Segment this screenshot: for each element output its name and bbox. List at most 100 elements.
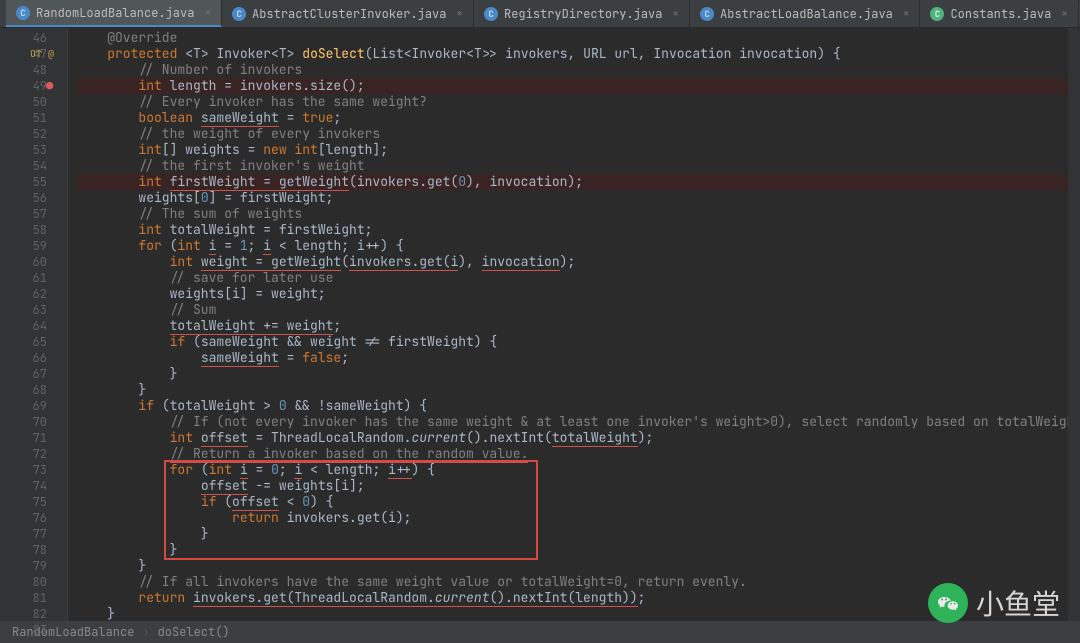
line-number[interactable]: 62 bbox=[0, 286, 67, 302]
line-number[interactable]: 81 bbox=[0, 590, 67, 606]
code-line-52[interactable]: // the weight of every invokers bbox=[76, 126, 1068, 142]
code-line-49[interactable]: int length = invokers.size(); bbox=[76, 78, 1068, 94]
tab-randomloadbalance-java[interactable]: C RandomLoadBalance.java × bbox=[6, 0, 222, 27]
close-icon[interactable]: × bbox=[903, 7, 910, 21]
tab-label: RegistryDirectory.java bbox=[504, 6, 662, 22]
code-view[interactable]: @Override protected <T> Invoker<T> doSel… bbox=[68, 28, 1068, 621]
line-number[interactable]: 54 bbox=[0, 158, 67, 174]
code-line-65[interactable]: if (sameWeight && weight != firstWeight)… bbox=[76, 334, 1068, 350]
code-line-51[interactable]: boolean sameWeight = true; bbox=[76, 110, 1068, 126]
code-line-61[interactable]: // save for later use bbox=[76, 270, 1068, 286]
code-line-77[interactable]: } bbox=[76, 526, 1068, 542]
code-line-80[interactable]: // If all invokers have the same weight … bbox=[76, 574, 1068, 590]
code-line-62[interactable]: weights[i] = weight; bbox=[76, 286, 1068, 302]
line-number[interactable]: 55 bbox=[0, 174, 67, 190]
line-number[interactable]: 82 bbox=[0, 606, 67, 622]
line-number[interactable]: 74 bbox=[0, 478, 67, 494]
line-number[interactable]: 57 bbox=[0, 206, 67, 222]
java-file-icon: C bbox=[16, 6, 30, 20]
line-number[interactable]: 49● bbox=[0, 78, 67, 94]
code-line-68[interactable]: } bbox=[76, 382, 1068, 398]
tab-label: RandomLoadBalance.java bbox=[36, 5, 194, 21]
code-line-74[interactable]: offset -= weights[i]; bbox=[76, 478, 1068, 494]
java-file-icon: C bbox=[484, 7, 498, 21]
code-line-46[interactable]: @Override bbox=[76, 30, 1068, 46]
line-number[interactable]: 72 bbox=[0, 446, 67, 462]
code-line-79[interactable]: } bbox=[76, 558, 1068, 574]
code-line-66[interactable]: sameWeight = false; bbox=[76, 350, 1068, 366]
breakpoint-icon[interactable]: ● bbox=[46, 78, 53, 94]
line-number[interactable]: 65 bbox=[0, 334, 67, 350]
line-number[interactable]: 69 bbox=[0, 398, 67, 414]
code-line-67[interactable]: } bbox=[76, 366, 1068, 382]
line-number[interactable]: 52 bbox=[0, 126, 67, 142]
code-line-57[interactable]: // The sum of weights bbox=[76, 206, 1068, 222]
code-line-56[interactable]: weights[0] = firstWeight; bbox=[76, 190, 1068, 206]
line-number[interactable]: 78 bbox=[0, 542, 67, 558]
code-line-53[interactable]: int[] weights = new int[length]; bbox=[76, 142, 1068, 158]
line-number[interactable]: 51 bbox=[0, 110, 67, 126]
line-number[interactable]: 61 bbox=[0, 270, 67, 286]
code-line-78[interactable]: } bbox=[76, 542, 1068, 558]
line-number[interactable]: 71 bbox=[0, 430, 67, 446]
line-number[interactable]: 68 bbox=[0, 382, 67, 398]
line-number[interactable]: 58 bbox=[0, 222, 67, 238]
code-line-73[interactable]: for (int i = 0; i < length; i++) { bbox=[76, 462, 1068, 478]
code-line-54[interactable]: // the first invoker's weight bbox=[76, 158, 1068, 174]
code-line-59[interactable]: for (int i = 1; i < length; i++) { bbox=[76, 238, 1068, 254]
code-line-81[interactable]: return invokers.get(ThreadLocalRandom.cu… bbox=[76, 590, 1068, 606]
code-line-76[interactable]: return invokers.get(i); bbox=[76, 510, 1068, 526]
line-number[interactable]: 70 bbox=[0, 414, 67, 430]
line-number[interactable]: 66 bbox=[0, 350, 67, 366]
tab-label: AbstractClusterInvoker.java bbox=[252, 6, 446, 22]
code-line-70[interactable]: // If (not every invoker has the same we… bbox=[76, 414, 1068, 430]
breadcrumb-bar[interactable]: RandomLoadBalance › doSelect() bbox=[0, 621, 1080, 643]
code-line-47[interactable]: protected <T> Invoker<T> doSelect(List<I… bbox=[76, 46, 1068, 62]
code-line-75[interactable]: if (offset < 0) { bbox=[76, 494, 1068, 510]
line-number[interactable]: 73 bbox=[0, 462, 67, 478]
line-number[interactable]: 75 bbox=[0, 494, 67, 510]
line-number[interactable]: 77 bbox=[0, 526, 67, 542]
java-file-icon: C bbox=[930, 7, 944, 21]
tab-abstractloadbalance-java[interactable]: CAbstractLoadBalance.java× bbox=[690, 0, 920, 27]
line-number[interactable]: 64 bbox=[0, 318, 67, 334]
tab-registrydirectory-java[interactable]: C RegistryDirectory.java × bbox=[474, 0, 690, 27]
line-number[interactable]: 47O↑ @ bbox=[0, 46, 67, 62]
line-number[interactable]: 67 bbox=[0, 366, 67, 382]
code-line-50[interactable]: // Every invoker has the same weight? bbox=[76, 94, 1068, 110]
line-number[interactable]: 83 bbox=[0, 622, 67, 638]
line-number[interactable]: 63 bbox=[0, 302, 67, 318]
close-icon[interactable]: × bbox=[1061, 7, 1068, 21]
close-icon[interactable]: × bbox=[456, 7, 463, 21]
java-file-icon: C bbox=[700, 7, 714, 21]
tab-label: Constants.java bbox=[950, 6, 1051, 22]
line-number[interactable]: 48 bbox=[0, 62, 67, 78]
tab-constants-java[interactable]: C Constants.java × bbox=[920, 0, 1078, 27]
code-line-55[interactable]: int firstWeight = getWeight(invokers.get… bbox=[76, 174, 1068, 190]
code-line-71[interactable]: int offset = ThreadLocalRandom.current()… bbox=[76, 430, 1068, 446]
code-line-82[interactable]: } bbox=[76, 606, 1068, 621]
line-number[interactable]: 80 bbox=[0, 574, 67, 590]
tab-abstractclusterinvoker-java[interactable]: CAbstractClusterInvoker.java× bbox=[222, 0, 474, 27]
line-number[interactable]: 79 bbox=[0, 558, 67, 574]
line-number[interactable]: 46 bbox=[0, 30, 67, 46]
code-line-72[interactable]: // Return a invoker based on the random … bbox=[76, 446, 1068, 462]
close-icon[interactable]: × bbox=[672, 7, 679, 21]
gutter[interactable]: 4647O↑ @4849●505152535455565758596061626… bbox=[0, 28, 68, 621]
code-line-64[interactable]: totalWeight += weight; bbox=[76, 318, 1068, 334]
code-line-63[interactable]: // Sum bbox=[76, 302, 1068, 318]
code-line-69[interactable]: if (totalWeight > 0 && !sameWeight) { bbox=[76, 398, 1068, 414]
close-icon[interactable]: × bbox=[204, 6, 211, 20]
line-number[interactable]: 60 bbox=[0, 254, 67, 270]
code-line-60[interactable]: int weight = getWeight(invokers.get(i), … bbox=[76, 254, 1068, 270]
override-gutter-icon[interactable]: O↑ @ bbox=[30, 46, 54, 62]
line-number[interactable]: 76 bbox=[0, 510, 67, 526]
line-number[interactable]: 59 bbox=[0, 238, 67, 254]
code-line-48[interactable]: // Number of invokers bbox=[76, 62, 1068, 78]
line-number[interactable]: 53 bbox=[0, 142, 67, 158]
breadcrumb-method[interactable]: doSelect() bbox=[158, 624, 230, 640]
scroll-map[interactable] bbox=[1068, 28, 1080, 621]
code-line-58[interactable]: int totalWeight = firstWeight; bbox=[76, 222, 1068, 238]
line-number[interactable]: 50 bbox=[0, 94, 67, 110]
line-number[interactable]: 56 bbox=[0, 190, 67, 206]
